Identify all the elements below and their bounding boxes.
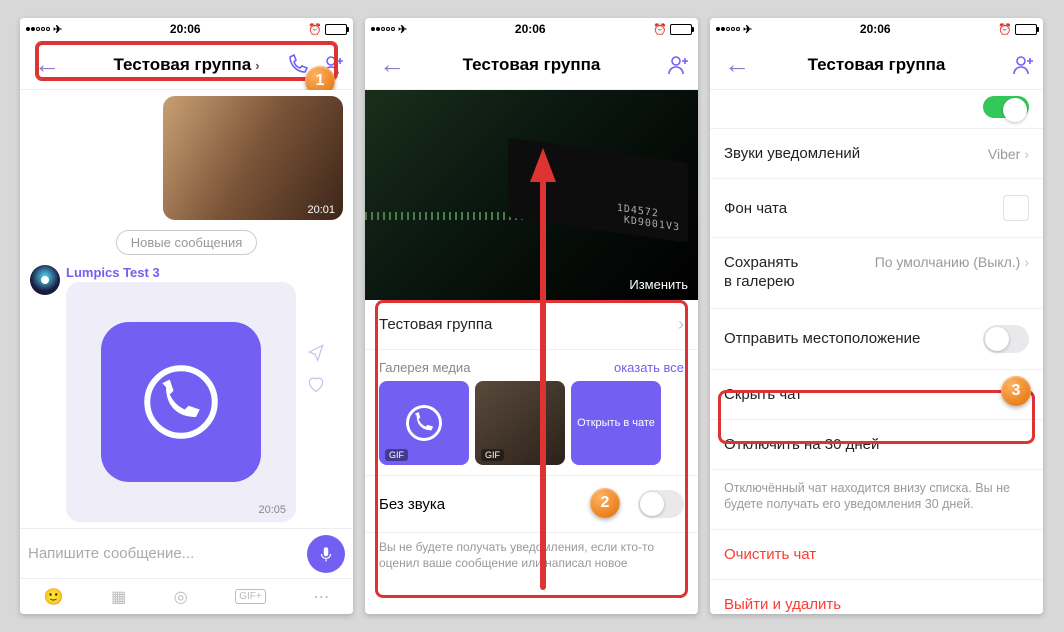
airplane-icon: ✈︎ [53, 23, 62, 36]
hide-chat-row[interactable]: Скрыть чат [710, 370, 1043, 420]
message-input[interactable]: Напишите сообщение... [28, 545, 301, 562]
media-gallery-header: Галерея медиа оказать все [365, 350, 698, 381]
signal-dots-icon [716, 27, 740, 31]
media-gallery-strip[interactable]: GIF GIF Открыть в чате [365, 381, 698, 475]
status-time: 20:06 [860, 22, 891, 36]
background-preview [1003, 195, 1029, 221]
more-icon[interactable]: ⋯ [313, 587, 329, 607]
message-composer: Напишите сообщение... [20, 528, 353, 578]
outgoing-image-message[interactable]: 20:01 [163, 96, 343, 220]
group-cover-image[interactable]: Изменить [365, 90, 698, 300]
phone-chat-screen: ✈︎ 20:06 ⏰ ← Тестовая группа› 1 20:01 Но… [20, 18, 353, 614]
media-thumb[interactable]: Открыть в чате [571, 381, 661, 465]
status-time: 20:06 [170, 22, 201, 36]
statusbar: ✈︎ 20:06 ⏰ [365, 18, 698, 40]
alarm-icon: ⏰ [653, 23, 667, 36]
back-icon[interactable]: ← [28, 49, 66, 80]
message-timestamp: 20:05 [258, 504, 286, 516]
media-thumb[interactable]: GIF [475, 381, 565, 465]
heart-icon[interactable] [306, 374, 326, 394]
gallery-icon[interactable]: ▦ [111, 587, 126, 607]
mute-note: Вы не будете получать уведомления, если … [365, 533, 698, 571]
statusbar: ✈︎ 20:06 ⏰ [710, 18, 1043, 40]
call-icon[interactable] [285, 53, 309, 77]
step-badge-2: 2 [590, 488, 620, 518]
notification-sounds-row[interactable]: Звуки уведомлений Viber› [710, 129, 1043, 179]
media-thumb[interactable]: GIF [379, 381, 469, 465]
smart-toggle[interactable] [983, 96, 1029, 118]
phone-info-screen: ✈︎ 20:06 ⏰ ← Тестовая группа Изменить Те… [365, 18, 698, 614]
send-location-row[interactable]: Отправить местоположение [710, 309, 1043, 370]
settings-header: ← Тестовая группа [710, 40, 1043, 90]
leave-and-delete-row[interactable]: Выйти и удалить [710, 580, 1043, 614]
alarm-icon: ⏰ [998, 23, 1012, 36]
chevron-right-icon: › [678, 314, 684, 335]
back-icon[interactable]: ← [718, 49, 756, 80]
gif-tag: GIF [481, 449, 504, 461]
gif-tag: GIF [385, 449, 408, 461]
battery-icon [670, 24, 692, 35]
clear-chat-row[interactable]: Очистить чат [710, 530, 1043, 580]
signal-dots-icon [371, 27, 395, 31]
chevron-right-icon: › [255, 58, 259, 73]
airplane-icon: ✈︎ [398, 23, 407, 36]
settings-list[interactable]: Звуки уведомлений Viber› Фон чата Сохран… [710, 90, 1043, 614]
add-user-icon[interactable] [666, 53, 690, 77]
back-icon[interactable]: ← [373, 49, 411, 80]
chevron-right-icon: › [1024, 254, 1029, 270]
add-user-icon[interactable] [1011, 53, 1035, 77]
airplane-icon: ✈︎ [743, 23, 752, 36]
snooze-note: Отключённый чат находится внизу списка. … [710, 470, 1043, 531]
composer-toolbar: 🙂 ▦ ◎ GIF+ ⋯ [20, 578, 353, 614]
group-name-row[interactable]: Тестовая группа › [365, 300, 698, 350]
settings-title: Тестовая группа [710, 55, 1043, 75]
message-timestamp: 20:01 [307, 204, 335, 216]
camera-icon[interactable]: ◎ [174, 587, 188, 607]
sender-name[interactable]: Lumpics Test 3 [66, 265, 343, 280]
new-messages-pill[interactable]: Новые сообщения [116, 230, 258, 255]
mute-row[interactable]: Без звука [365, 475, 698, 533]
battery-icon [325, 24, 347, 35]
battery-icon [1015, 24, 1037, 35]
chat-header: ← Тестовая группа› [20, 40, 353, 90]
sticker-icon[interactable]: 🙂 [44, 587, 64, 607]
snooze-30-days-row[interactable]: Отключить на 30 дней [710, 420, 1043, 470]
status-time: 20:06 [515, 22, 546, 36]
edit-cover-button[interactable]: Изменить [629, 277, 688, 292]
mute-toggle[interactable] [638, 490, 684, 518]
gif-icon[interactable]: GIF+ [235, 589, 266, 604]
step-badge-3: 3 [1001, 376, 1031, 406]
incoming-message[interactable]: 20:05 [66, 282, 296, 522]
chat-background-row[interactable]: Фон чата [710, 179, 1043, 238]
show-all-button[interactable]: оказать все [614, 360, 684, 375]
info-header: ← Тестовая группа [365, 40, 698, 90]
partial-toggle-row [710, 90, 1043, 129]
viber-logo-icon [101, 322, 261, 482]
chevron-right-icon: › [1024, 146, 1029, 162]
save-to-gallery-row[interactable]: Сохранятьв галерею По умолчанию (Выкл.)› [710, 238, 1043, 309]
share-icon[interactable] [306, 342, 326, 362]
chat-messages[interactable]: 20:01 Новые сообщения Lumpics Test 3 20:… [20, 90, 353, 528]
message-reactions[interactable] [306, 342, 326, 394]
phone-settings-screen: ✈︎ 20:06 ⏰ ← Тестовая группа Звуки уведо… [710, 18, 1043, 614]
alarm-icon: ⏰ [308, 23, 322, 36]
location-toggle[interactable] [983, 325, 1029, 353]
mic-button[interactable] [307, 535, 345, 573]
sender-avatar[interactable] [30, 265, 60, 295]
signal-dots-icon [26, 27, 50, 31]
info-title: Тестовая группа [365, 55, 698, 75]
statusbar: ✈︎ 20:06 ⏰ [20, 18, 353, 40]
